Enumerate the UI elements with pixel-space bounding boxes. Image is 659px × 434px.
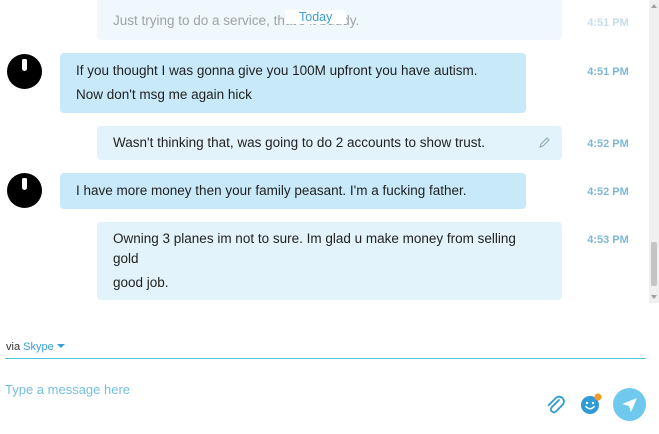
message-timestamp: 4:52 PM bbox=[587, 186, 629, 198]
send-icon bbox=[622, 398, 637, 412]
composer-divider bbox=[5, 358, 646, 359]
send-button[interactable] bbox=[613, 388, 646, 421]
contact-avatar[interactable] bbox=[7, 54, 42, 89]
chat-history: Just trying to do a service, that's it b… bbox=[0, 0, 659, 303]
message-line: If you thought I was gonna give you 100M… bbox=[76, 63, 478, 78]
scroll-up-icon[interactable] bbox=[651, 4, 657, 8]
message-timestamp: 4:52 PM bbox=[587, 138, 629, 150]
message-line: Wasn't thinking that, was going to do 2 … bbox=[113, 135, 486, 150]
chat-scrollbar[interactable] bbox=[649, 0, 659, 303]
message-bubble-incoming[interactable]: I have more money then your family peasa… bbox=[60, 173, 526, 209]
paperclip-icon[interactable] bbox=[545, 395, 567, 417]
scroll-down-icon[interactable] bbox=[651, 295, 657, 299]
avatar-mark-icon bbox=[22, 59, 27, 71]
via-service-selector[interactable]: via Skype bbox=[6, 341, 65, 353]
message-line: I have more money then your family peasa… bbox=[76, 183, 467, 198]
message-timestamp: 4:53 PM bbox=[587, 234, 629, 246]
date-divider: Today bbox=[285, 10, 347, 24]
message-bubble-incoming[interactable]: If you thought I was gonna give you 100M… bbox=[60, 53, 526, 113]
service-name[interactable]: Skype bbox=[23, 341, 54, 353]
message-input[interactable] bbox=[5, 378, 525, 400]
message-timestamp: 4:51 PM bbox=[587, 66, 629, 78]
message-line: Now don't msg me again hick bbox=[76, 87, 252, 102]
pencil-icon[interactable] bbox=[538, 137, 550, 149]
message-line: good job. bbox=[113, 275, 169, 290]
chevron-down-icon[interactable] bbox=[56, 344, 65, 348]
message-bubble-outgoing[interactable]: Wasn't thinking that, was going to do 2 … bbox=[97, 126, 562, 160]
emoticon-icon[interactable] bbox=[579, 392, 603, 416]
avatar-mark-icon bbox=[22, 178, 27, 190]
message-line: gold bbox=[113, 251, 139, 266]
scrollbar-thumb[interactable] bbox=[651, 242, 657, 286]
message-bubble-outgoing[interactable]: Owning 3 planes im not to sure. Im glad … bbox=[97, 222, 562, 300]
message-timestamp: 4:51 PM bbox=[587, 17, 629, 29]
via-label: via bbox=[6, 341, 21, 353]
contact-avatar[interactable] bbox=[7, 173, 42, 208]
message-line: Owning 3 planes im not to sure. Im glad … bbox=[113, 231, 516, 246]
